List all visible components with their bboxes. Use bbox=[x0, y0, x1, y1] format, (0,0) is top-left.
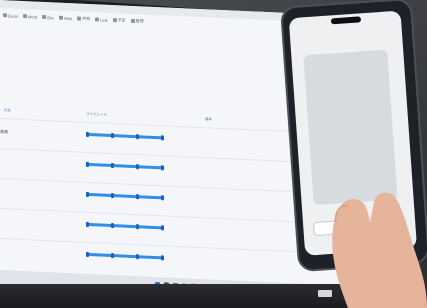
timeline-bar bbox=[86, 221, 164, 231]
photo-scene: Excel Word Box Web 共有 Link 予定 管理 氏名 スケジュール 備考 業… bbox=[0, 0, 427, 308]
star-icon bbox=[77, 16, 82, 21]
timeline-bar bbox=[86, 251, 164, 261]
timeline-marker[interactable] bbox=[161, 135, 164, 141]
timeline-marker[interactable] bbox=[136, 134, 139, 140]
row-notes bbox=[205, 254, 265, 257]
bookmark-item[interactable]: Word bbox=[22, 13, 38, 20]
note-line bbox=[205, 164, 265, 167]
timeline-bar bbox=[86, 161, 164, 171]
app-header bbox=[10, 42, 280, 88]
folder-icon bbox=[42, 14, 47, 20]
bookmark-label: 予定 bbox=[117, 17, 126, 23]
chat-text-line bbox=[308, 54, 384, 59]
note-line bbox=[205, 134, 265, 137]
chat-text-line bbox=[308, 54, 384, 59]
phone-chat-title bbox=[290, 22, 402, 30]
timeline-bar bbox=[86, 131, 164, 141]
bookmark-item[interactable]: 共有 bbox=[77, 15, 90, 22]
note-line bbox=[205, 224, 265, 227]
person-icon bbox=[130, 18, 135, 24]
timeline-marker[interactable] bbox=[111, 162, 114, 169]
note-line bbox=[205, 254, 265, 257]
globe-icon bbox=[59, 15, 64, 20]
timeline-marker[interactable] bbox=[86, 191, 89, 198]
column-header-timeline: スケジュール bbox=[86, 111, 107, 117]
chat-text-line bbox=[308, 54, 384, 59]
timeline-marker[interactable] bbox=[161, 225, 164, 231]
timeline-marker[interactable] bbox=[111, 192, 114, 199]
doc-icon bbox=[3, 13, 7, 18]
chat-text-line bbox=[308, 54, 384, 59]
chat-text-line bbox=[308, 54, 384, 59]
note-line bbox=[205, 164, 265, 167]
bookmark-item[interactable]: 管理 bbox=[130, 18, 144, 25]
chat-text-line bbox=[308, 54, 384, 59]
chat-text-line bbox=[308, 54, 384, 59]
row-notes bbox=[205, 164, 265, 167]
timeline-marker[interactable] bbox=[111, 132, 114, 139]
timeline-marker[interactable] bbox=[136, 254, 139, 260]
timeline-marker[interactable] bbox=[161, 165, 164, 171]
bookmark-item[interactable]: Excel bbox=[3, 12, 18, 19]
note-line bbox=[205, 224, 265, 227]
note-line bbox=[205, 254, 265, 257]
bookmark-item[interactable]: Box bbox=[42, 14, 54, 20]
bookmark-item[interactable]: 予定 bbox=[112, 17, 126, 24]
chat-text-line bbox=[308, 54, 384, 59]
column-header-name: 氏名 bbox=[4, 108, 11, 113]
chat-text-line bbox=[308, 54, 384, 59]
bookmark-label: Link bbox=[100, 17, 108, 23]
row-notes bbox=[205, 134, 265, 137]
chat-text-line bbox=[308, 54, 384, 59]
chat-text-line bbox=[308, 54, 384, 59]
link-icon bbox=[95, 17, 100, 22]
phone-notch bbox=[330, 16, 362, 25]
timeline-marker[interactable] bbox=[86, 251, 89, 258]
hand-shape bbox=[332, 192, 427, 308]
bookmark-label: 管理 bbox=[135, 18, 144, 24]
bookmark-label: Excel bbox=[8, 12, 18, 19]
bookmark-item[interactable]: Web bbox=[59, 15, 72, 21]
note-line bbox=[205, 194, 265, 197]
bookmark-label: Box bbox=[47, 14, 55, 20]
bookmark-label: 共有 bbox=[82, 15, 91, 22]
timeline-marker[interactable] bbox=[86, 221, 89, 228]
column-header-notes: 備考 bbox=[205, 117, 212, 122]
note-line bbox=[205, 194, 265, 197]
chat-text-line bbox=[308, 54, 384, 59]
chat-text-line bbox=[308, 54, 384, 59]
note-line bbox=[205, 134, 265, 137]
note-line bbox=[205, 224, 265, 227]
bookmark-label: Web bbox=[64, 15, 73, 21]
chat-text-line bbox=[308, 54, 384, 59]
timeline-marker[interactable] bbox=[136, 194, 139, 200]
row-notes bbox=[205, 224, 265, 227]
timeline-marker[interactable] bbox=[86, 131, 89, 138]
chat-text-line bbox=[308, 54, 384, 59]
bookmark-item[interactable]: Link bbox=[95, 17, 108, 23]
chat-text-line bbox=[308, 54, 384, 59]
calendar-icon bbox=[112, 18, 117, 23]
row-label: 業務 bbox=[0, 129, 8, 135]
note-line bbox=[205, 194, 265, 197]
timeline-marker[interactable] bbox=[161, 195, 164, 201]
hand bbox=[332, 192, 427, 308]
timeline-marker[interactable] bbox=[111, 252, 114, 259]
note-line bbox=[205, 134, 265, 137]
note-line bbox=[205, 254, 265, 257]
timeline-marker[interactable] bbox=[86, 161, 89, 168]
row-notes bbox=[205, 194, 265, 197]
timeline-marker[interactable] bbox=[111, 222, 114, 229]
chat-text-line bbox=[308, 54, 384, 59]
bookmark-label: Word bbox=[27, 13, 38, 20]
chat-text-line bbox=[308, 54, 384, 59]
timeline-bar bbox=[86, 191, 164, 201]
timeline-marker[interactable] bbox=[136, 224, 139, 230]
timeline-marker[interactable] bbox=[136, 164, 139, 170]
timeline-marker[interactable] bbox=[161, 255, 164, 261]
chat-text-line bbox=[308, 54, 384, 59]
doc-icon bbox=[22, 14, 27, 19]
note-line bbox=[205, 164, 265, 167]
